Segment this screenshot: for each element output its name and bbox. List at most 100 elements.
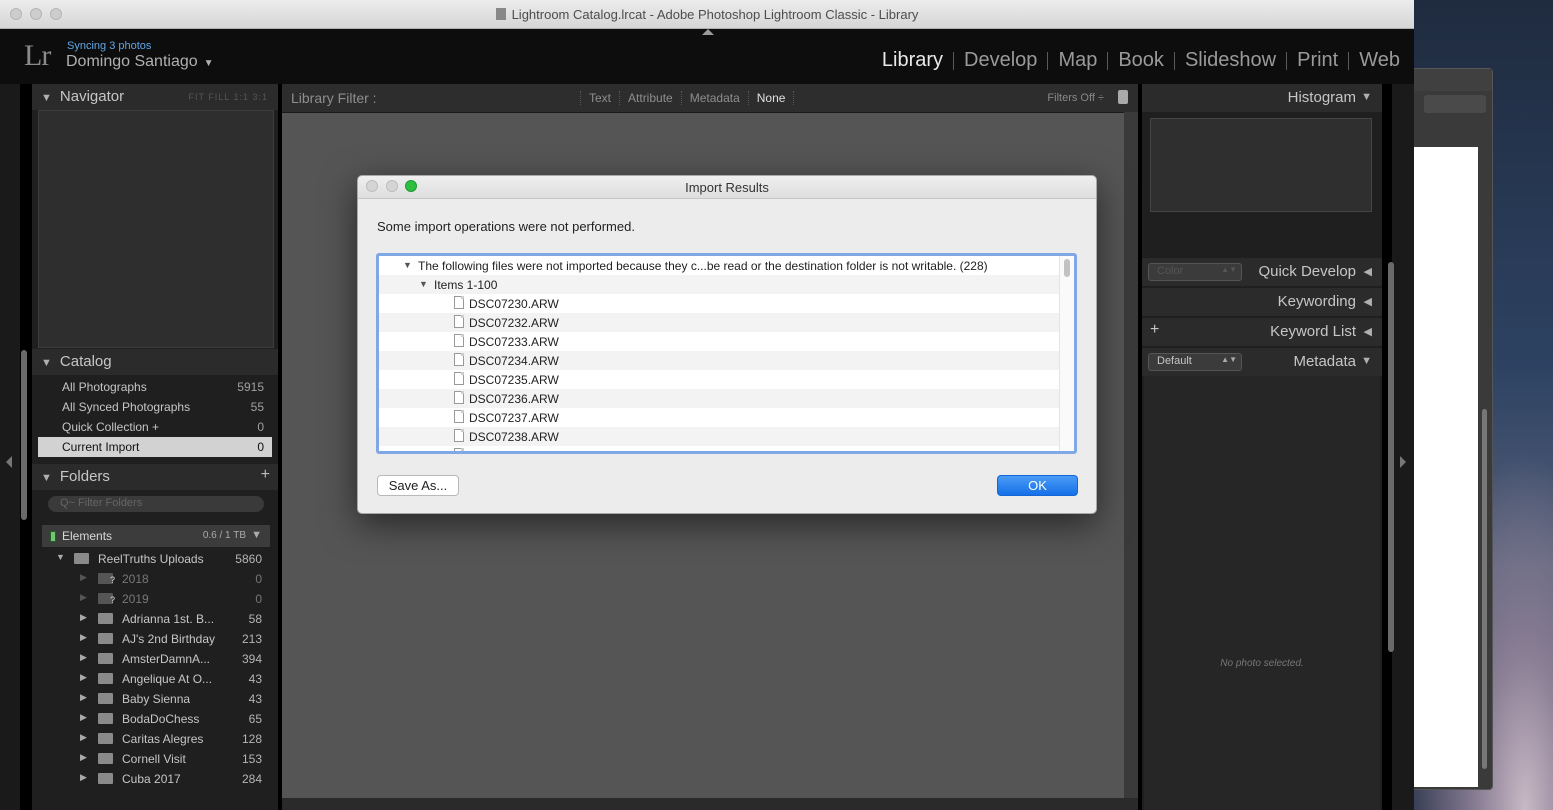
expand-triangle-icon: ◀ bbox=[1363, 296, 1372, 308]
window-title: Lightroom Catalog.lrcat - Adobe Photosho… bbox=[0, 7, 1414, 22]
disclosure-triangle-icon[interactable]: ▶ bbox=[80, 752, 87, 763]
folder-name: Adrianna 1st. B... bbox=[122, 612, 215, 626]
volume-menu-triangle-icon[interactable]: ▼ bbox=[251, 529, 262, 541]
keyword-list-header[interactable]: + Keyword List ◀ bbox=[1142, 318, 1382, 346]
module-print[interactable]: Print bbox=[1287, 49, 1348, 72]
filter-option-attribute[interactable]: Attribute bbox=[619, 91, 681, 105]
save-as-button[interactable]: Save As... bbox=[377, 475, 459, 496]
user-menu[interactable]: Domingo Santiago ▼ bbox=[66, 53, 214, 71]
sync-status[interactable]: Syncing 3 photos bbox=[67, 40, 151, 52]
module-slideshow[interactable]: Slideshow bbox=[1175, 49, 1286, 72]
left-panel-edge[interactable] bbox=[0, 84, 20, 810]
tree-file-row[interactable]: DSC07236.ARW bbox=[379, 389, 1063, 408]
navigator-zoom-options[interactable]: FIT FILL 1:1 3:1 bbox=[188, 92, 268, 102]
stepper-icon: ▲▼ bbox=[1221, 355, 1237, 364]
right-panel-toggle-icon[interactable] bbox=[1400, 456, 1406, 468]
disclosure-triangle-icon[interactable]: ▶ bbox=[80, 692, 87, 703]
import-results-tree[interactable]: ▼ The following files were not imported b… bbox=[376, 253, 1077, 454]
folder-item[interactable]: ▶ Cuba 2017 284 bbox=[38, 769, 272, 789]
metadata-preset-select[interactable]: Default ▲▼ bbox=[1148, 353, 1242, 371]
folder-item[interactable]: ▶ BodaDoChess 65 bbox=[38, 709, 272, 729]
background-window-field[interactable] bbox=[1424, 95, 1486, 113]
folder-name: Caritas Alegres bbox=[122, 732, 204, 746]
tree-file-row[interactable]: DSC07235.ARW bbox=[379, 370, 1063, 389]
filter-folders-input[interactable]: Q~ Filter Folders bbox=[48, 496, 264, 512]
add-folder-icon[interactable]: + bbox=[261, 466, 270, 484]
module-library[interactable]: Library bbox=[872, 49, 953, 72]
filter-option-text[interactable]: Text bbox=[580, 91, 619, 105]
folders-header[interactable]: ▼ Folders + bbox=[32, 464, 278, 490]
catalog-item[interactable]: All Photographs 5915 bbox=[38, 377, 272, 397]
disclosure-triangle-icon[interactable]: ▼ bbox=[403, 260, 412, 270]
catalog-item[interactable]: Current Import 0 bbox=[38, 437, 272, 457]
tree-scrollbar[interactable] bbox=[1059, 256, 1074, 451]
disclosure-triangle-icon[interactable]: ▶ bbox=[80, 652, 87, 663]
folder-item[interactable]: ▶ Cornell Visit 153 bbox=[38, 749, 272, 769]
disclosure-triangle-icon[interactable]: ▼ bbox=[419, 279, 428, 289]
filter-option-metadata[interactable]: Metadata bbox=[680, 91, 748, 105]
disclosure-triangle-icon[interactable]: ▶ bbox=[80, 732, 87, 743]
folder-item[interactable]: ▶ Adrianna 1st. B... 58 bbox=[38, 609, 272, 629]
disclosure-triangle-icon[interactable]: ▶ bbox=[80, 772, 87, 783]
folder-item[interactable]: ▶? 2019 0 bbox=[38, 589, 272, 609]
disclosure-triangle-icon[interactable]: ▶ bbox=[80, 592, 87, 603]
background-window-titlebar[interactable] bbox=[1406, 69, 1492, 91]
grid-scrollbar[interactable] bbox=[1124, 112, 1138, 810]
catalog-item[interactable]: All Synced Photographs 55 bbox=[38, 397, 272, 417]
volume-elements[interactable]: Elements 0.6 / 1 TB ▼ bbox=[42, 525, 270, 547]
file-icon bbox=[454, 353, 464, 366]
folder-item[interactable]: ▶ AJ's 2nd Birthday 213 bbox=[38, 629, 272, 649]
top-panel-toggle-icon[interactable] bbox=[702, 29, 714, 35]
histogram-header[interactable]: Histogram ▼ bbox=[1142, 84, 1382, 112]
folder-item[interactable]: ▶ AmsterDamnA... 394 bbox=[38, 649, 272, 669]
tree-file-row[interactable]: DSC07233.ARW bbox=[379, 332, 1063, 351]
disclosure-triangle-icon[interactable]: ▶ bbox=[80, 572, 87, 583]
folder-count: 153 bbox=[241, 752, 262, 766]
keywording-header[interactable]: Keywording ◀ bbox=[1142, 288, 1382, 316]
ok-button[interactable]: OK bbox=[997, 475, 1078, 496]
metadata-header[interactable]: Default ▲▼ Metadata ▼ bbox=[1142, 348, 1382, 376]
folder-count: 128 bbox=[241, 732, 262, 746]
disclosure-triangle-icon[interactable]: ▶ bbox=[80, 632, 87, 643]
disclosure-triangle-icon[interactable]: ▶ bbox=[80, 612, 87, 623]
tree-file-row[interactable]: DSC07230.ARW bbox=[379, 294, 1063, 313]
filter-option-none[interactable]: None bbox=[747, 91, 795, 105]
left-panel-toggle-icon[interactable] bbox=[6, 456, 12, 468]
folder-item[interactable]: ▶? 2018 0 bbox=[38, 569, 272, 589]
tree-subgroup-row[interactable]: ▼ Items 1-100 bbox=[379, 275, 1063, 294]
module-map[interactable]: Map bbox=[1048, 49, 1107, 72]
tree-file-row[interactable]: DSC07239.ARW bbox=[379, 446, 1063, 451]
disclosure-triangle-icon[interactable]: ▶ bbox=[80, 672, 87, 683]
filters-preset-select[interactable]: Filters Off ÷ bbox=[1047, 92, 1104, 104]
right-panel-scrollbar[interactable] bbox=[1388, 262, 1394, 652]
module-web[interactable]: Web bbox=[1349, 49, 1410, 72]
folder-count: 65 bbox=[248, 712, 262, 726]
quick-develop-preset-select[interactable]: Color ▲▼ bbox=[1148, 263, 1242, 281]
disclosure-triangle-icon[interactable]: ▶ bbox=[80, 712, 87, 723]
quick-develop-header[interactable]: Color ▲▼ Quick Develop ◀ bbox=[1142, 258, 1382, 286]
folder-item[interactable]: ▼ ReelTruths Uploads 5860 bbox=[38, 549, 272, 569]
module-develop[interactable]: Develop bbox=[954, 49, 1047, 72]
left-panel-scrollbar[interactable] bbox=[21, 350, 27, 520]
folder-item[interactable]: ▶ Angelique At O... 43 bbox=[38, 669, 272, 689]
folder-item[interactable]: ▶ Baby Sienna 43 bbox=[38, 689, 272, 709]
tree-file-row[interactable]: DSC07237.ARW bbox=[379, 408, 1063, 427]
navigator-preview[interactable] bbox=[38, 110, 274, 348]
tree-group-row[interactable]: ▼ The following files were not imported b… bbox=[379, 256, 1063, 275]
background-window-scrollbar[interactable] bbox=[1482, 409, 1487, 769]
catalog-header[interactable]: ▼ Catalog bbox=[32, 349, 278, 375]
tree-file-row[interactable]: DSC07238.ARW bbox=[379, 427, 1063, 446]
module-book[interactable]: Book bbox=[1108, 49, 1174, 72]
catalog-item[interactable]: Quick Collection + 0 bbox=[38, 417, 272, 437]
background-window[interactable] bbox=[1405, 68, 1493, 790]
folder-item[interactable]: ▶ Caritas Alegres 128 bbox=[38, 729, 272, 749]
tree-scrollbar-thumb[interactable] bbox=[1064, 259, 1070, 277]
navigator-header[interactable]: ▼ Navigator FIT FILL 1:1 3:1 bbox=[32, 84, 278, 110]
tree-file-row[interactable]: DSC07234.ARW bbox=[379, 351, 1063, 370]
right-panel-edge[interactable] bbox=[1392, 84, 1414, 810]
lock-icon[interactable] bbox=[1118, 90, 1128, 104]
disclosure-triangle-icon[interactable]: ▼ bbox=[56, 552, 65, 562]
tree-file-row[interactable]: DSC07232.ARW bbox=[379, 313, 1063, 332]
add-keyword-icon[interactable]: + bbox=[1150, 321, 1159, 339]
dialog-titlebar[interactable]: Import Results bbox=[358, 176, 1096, 199]
